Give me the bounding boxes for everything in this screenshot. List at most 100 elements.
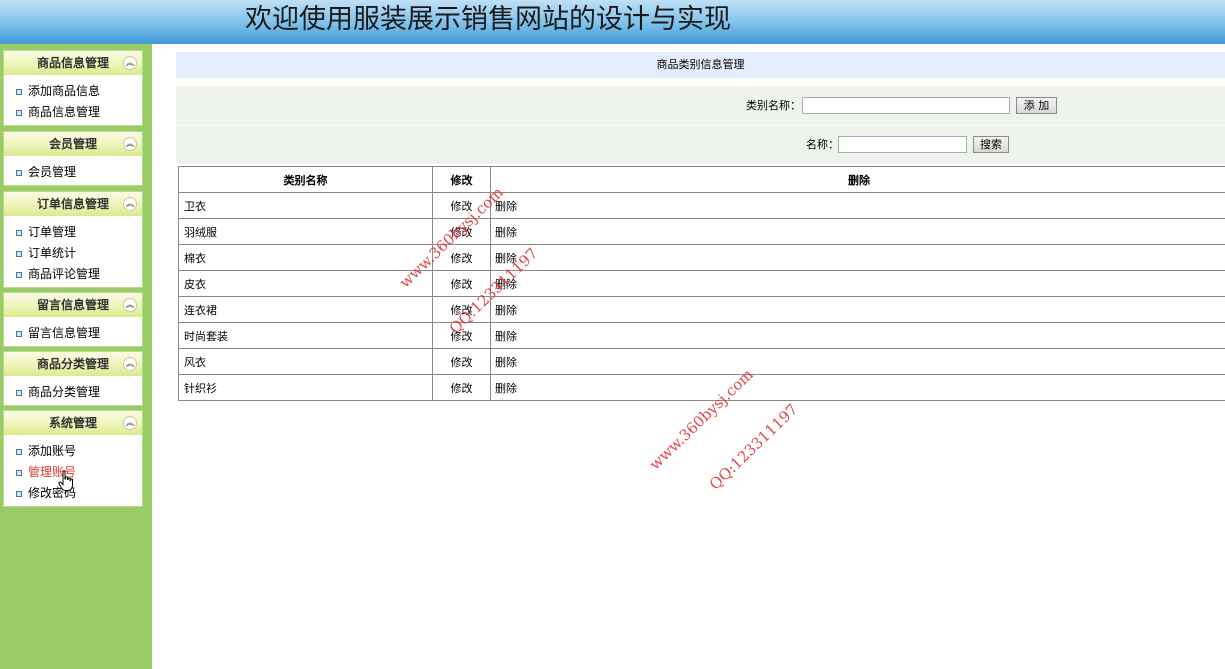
- table-row: 棉衣 修改 删除: [178, 244, 1225, 271]
- table-row: 针织衫 修改 删除: [178, 374, 1225, 401]
- menu-group-title: 订单信息管理: [36, 197, 109, 211]
- sidebar-item-label: 商品信息管理: [28, 105, 101, 119]
- edit-link[interactable]: 修改: [451, 356, 473, 369]
- delete-link[interactable]: 删除: [495, 330, 517, 343]
- menu-group-header[interactable]: 商品分类管理 ︽: [4, 352, 142, 376]
- bullet-icon: [16, 491, 22, 497]
- sidebar: 商品信息管理 ︽ 添加商品信息 商品信息管理 会员管理 ︽ 会员管理 订单信息管…: [0, 44, 152, 669]
- add-category-form: 类别名称： 添 加: [176, 86, 1225, 125]
- category-name-input[interactable]: [802, 97, 1010, 114]
- menu-group-title: 系统管理: [48, 416, 97, 430]
- column-header-delete: 删除: [490, 166, 1225, 193]
- search-form: 名称： 搜索: [176, 125, 1225, 164]
- sidebar-item-add-account[interactable]: 添加账号: [4, 441, 142, 462]
- table-row: 卫衣 修改 删除: [178, 192, 1225, 219]
- category-name-cell: 棉衣: [178, 244, 433, 271]
- edit-link[interactable]: 修改: [451, 278, 473, 291]
- delete-link[interactable]: 删除: [495, 278, 517, 291]
- search-name-label: 名称：: [806, 138, 839, 151]
- category-name-cell: 连衣裙: [178, 296, 433, 323]
- menu-group-category: 商品分类管理 ︽ 商品分类管理: [3, 351, 143, 406]
- menu-group-header[interactable]: 订单信息管理 ︽: [4, 192, 142, 216]
- table-row: 羽绒服 修改 删除: [178, 218, 1225, 245]
- table-header-row: 类别名称 修改 删除: [178, 166, 1225, 193]
- sidebar-item-label: 商品评论管理: [28, 267, 101, 281]
- search-button[interactable]: 搜索: [973, 136, 1009, 153]
- edit-link[interactable]: 修改: [451, 252, 473, 265]
- double-chevron-up-icon[interactable]: ︽: [123, 416, 137, 430]
- page-title: 商品类别信息管理: [176, 52, 1225, 78]
- category-name-cell: 卫衣: [178, 192, 433, 219]
- double-chevron-up-icon[interactable]: ︽: [123, 357, 137, 371]
- menu-group-message: 留言信息管理 ︽ 留言信息管理: [3, 292, 143, 347]
- menu-group-header[interactable]: 会员管理 ︽: [4, 132, 142, 156]
- menu-group-header[interactable]: 系统管理 ︽: [4, 411, 142, 435]
- category-name-cell: 风衣: [178, 348, 433, 375]
- double-chevron-up-icon[interactable]: ︽: [123, 298, 137, 312]
- sidebar-item-product-manage[interactable]: 商品信息管理: [4, 102, 142, 123]
- edit-link[interactable]: 修改: [451, 200, 473, 213]
- bullet-icon: [16, 170, 22, 176]
- table-row: 风衣 修改 删除: [178, 348, 1225, 375]
- edit-link[interactable]: 修改: [451, 304, 473, 317]
- edit-link[interactable]: 修改: [451, 382, 473, 395]
- site-title: 欢迎使用服装展示销售网站的设计与实现: [245, 4, 731, 35]
- sidebar-item-category-manage[interactable]: 商品分类管理: [4, 382, 142, 403]
- sidebar-item-review-manage[interactable]: 商品评论管理: [4, 264, 142, 285]
- delete-link[interactable]: 删除: [495, 200, 517, 213]
- table-row: 皮衣 修改 删除: [178, 270, 1225, 297]
- menu-group-header[interactable]: 留言信息管理 ︽: [4, 293, 142, 317]
- double-chevron-up-icon[interactable]: ︽: [123, 56, 137, 70]
- watermark-qq: QQ:123311197: [705, 400, 802, 494]
- bullet-icon: [16, 272, 22, 278]
- double-chevron-up-icon[interactable]: ︽: [123, 137, 137, 151]
- sidebar-item-label: 订单统计: [28, 246, 77, 260]
- sidebar-item-label: 订单管理: [28, 225, 77, 239]
- sidebar-item-label: 会员管理: [28, 165, 77, 179]
- search-input[interactable]: [838, 136, 967, 153]
- bullet-icon: [16, 230, 22, 236]
- column-header-edit: 修改: [432, 166, 491, 193]
- sidebar-item-add-product[interactable]: 添加商品信息: [4, 81, 142, 102]
- table-row: 连衣裙 修改 删除: [178, 296, 1225, 323]
- bullet-icon: [16, 390, 22, 396]
- menu-group-title: 留言信息管理: [36, 298, 109, 312]
- category-name-cell: 时尚套装: [178, 322, 433, 349]
- menu-group-product-info: 商品信息管理 ︽ 添加商品信息 商品信息管理: [3, 50, 143, 126]
- column-header-name: 类别名称: [178, 166, 433, 193]
- bullet-icon: [16, 89, 22, 95]
- sidebar-item-order-manage[interactable]: 订单管理: [4, 222, 142, 243]
- bullet-icon: [16, 110, 22, 116]
- main-content: 商品类别信息管理 类别名称： 添 加 名称： 搜索 类别名称 修改 删除 卫衣修…: [176, 52, 1225, 401]
- delete-link[interactable]: 删除: [495, 356, 517, 369]
- edit-link[interactable]: 修改: [451, 226, 473, 239]
- delete-link[interactable]: 删除: [495, 252, 517, 265]
- bullet-icon: [16, 449, 22, 455]
- menu-group-order: 订单信息管理 ︽ 订单管理 订单统计 商品评论管理: [3, 191, 143, 288]
- category-name-cell: 针织衫: [178, 374, 433, 401]
- category-name-label: 类别名称：: [746, 99, 801, 112]
- add-button[interactable]: 添 加: [1016, 97, 1057, 114]
- header-banner: 欢迎使用服装展示销售网站的设计与实现: [0, 0, 1225, 44]
- sidebar-item-order-stats[interactable]: 订单统计: [4, 243, 142, 264]
- hand-cursor-icon: [58, 470, 73, 491]
- sidebar-item-label: 添加商品信息: [28, 84, 101, 98]
- double-chevron-up-icon[interactable]: ︽: [123, 197, 137, 211]
- menu-group-title: 商品信息管理: [36, 56, 109, 70]
- edit-link[interactable]: 修改: [451, 330, 473, 343]
- sidebar-item-member-manage[interactable]: 会员管理: [4, 162, 142, 183]
- menu-group-header[interactable]: 商品信息管理 ︽: [4, 51, 142, 75]
- table-row: 时尚套装 修改 删除: [178, 322, 1225, 349]
- bullet-icon: [16, 331, 22, 337]
- delete-link[interactable]: 删除: [495, 382, 517, 395]
- sidebar-item-message-manage[interactable]: 留言信息管理: [4, 323, 142, 344]
- sidebar-item-label: 商品分类管理: [28, 385, 101, 399]
- sidebar-item-label: 添加账号: [28, 444, 77, 458]
- category-name-cell: 皮衣: [178, 270, 433, 297]
- menu-group-title: 会员管理: [48, 137, 97, 151]
- category-name-cell: 羽绒服: [178, 218, 433, 245]
- category-table: 类别名称 修改 删除 卫衣 修改 删除 羽绒服 修改 删除 棉衣 修改 删除 皮衣 修改 删除 …: [178, 166, 1225, 401]
- delete-link[interactable]: 删除: [495, 304, 517, 317]
- delete-link[interactable]: 删除: [495, 226, 517, 239]
- sidebar-item-label: 留言信息管理: [28, 326, 101, 340]
